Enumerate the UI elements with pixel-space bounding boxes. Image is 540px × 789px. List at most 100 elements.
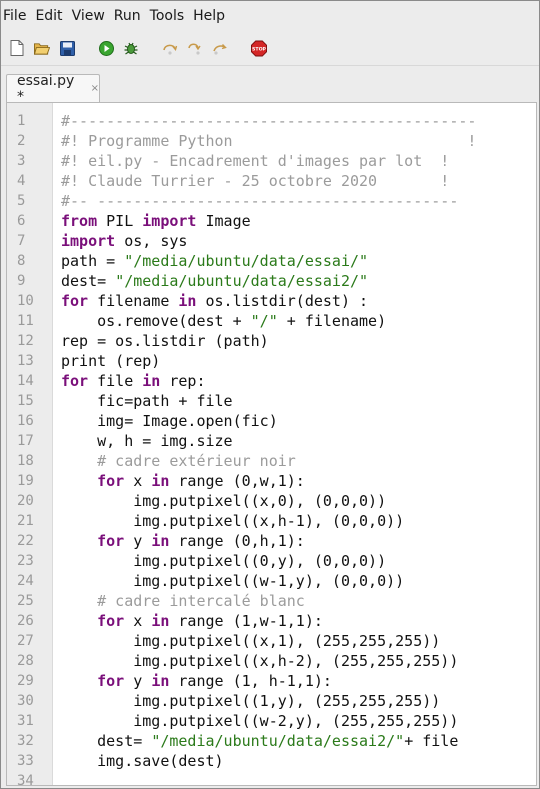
run-icon[interactable] xyxy=(98,40,114,56)
code-text: for filename in os.listdir(dest) : xyxy=(53,291,368,311)
code-line: 17 w, h = img.size xyxy=(7,431,536,451)
code-token: "/media/ubuntu/data/essai2/" xyxy=(151,732,405,750)
code-text: for y in range (1, h-1,1): xyxy=(53,671,332,691)
line-number: 7 xyxy=(17,233,26,249)
code-text: img.putpixel((x,h-1), (0,0,0)) xyxy=(53,511,404,531)
code-text: img.putpixel((1,y), (255,255,255)) xyxy=(53,691,440,711)
code-text: #! eil.py - Encadrement d'images par lot… xyxy=(53,151,449,171)
debug-icon[interactable] xyxy=(123,40,139,56)
code-token: os.remove(dest + xyxy=(61,312,251,330)
line-number: 14 xyxy=(17,373,34,389)
code-line: 20 img.putpixel((x,0), (0,0,0)) xyxy=(7,491,536,511)
code-token: #---------------------------------------… xyxy=(61,112,477,130)
tab-strip: essai.py * × xyxy=(1,66,539,105)
code-line: 28 img.putpixel((x,h-2), (255,255,255)) xyxy=(7,651,536,671)
line-number: 24 xyxy=(17,573,34,589)
stop-icon[interactable]: STOP xyxy=(251,40,267,56)
code-token: for xyxy=(97,612,125,630)
step-over-icon[interactable] xyxy=(162,40,178,56)
code-text: rep = os.listdir (path) xyxy=(53,331,269,351)
code-token: + filename) xyxy=(277,312,387,330)
line-number: 25 xyxy=(17,593,34,609)
code-line: 18 # cadre extérieur noir xyxy=(7,451,536,471)
line-number: 26 xyxy=(17,613,34,629)
line-number: 32 xyxy=(17,733,34,749)
save-icon[interactable] xyxy=(59,40,75,56)
code-token: img.putpixel((w-2,y), (255,255,255)) xyxy=(61,712,459,730)
code-text: for file in rep: xyxy=(53,371,206,391)
code-token: for xyxy=(61,292,89,310)
code-line: 32 dest= "/media/ubuntu/data/essai2/"+ f… xyxy=(7,731,536,751)
code-token: # cadre extérieur noir xyxy=(61,452,296,470)
menu-edit[interactable]: Edit xyxy=(35,8,69,24)
code-line: 16 img= Image.open(fic) xyxy=(7,411,536,431)
code-text: print (rep) xyxy=(53,351,160,371)
line-number: 34 xyxy=(17,773,34,786)
code-token: #! Claude Turrier - 25 octobre 2020 ! xyxy=(61,172,450,190)
menu-tools[interactable]: Tools xyxy=(150,8,192,24)
menu-file[interactable]: File xyxy=(3,8,33,24)
menu-run[interactable]: Run xyxy=(114,8,148,24)
code-token: "/media/ubuntu/data/essai2/" xyxy=(115,272,369,290)
code-token: rep = os.listdir (path) xyxy=(61,332,269,350)
code-text: #-- ------------------------------------… xyxy=(53,191,458,211)
code-token: img.putpixel((w-1,y), (0,0,0)) xyxy=(61,572,405,590)
step-out-icon[interactable] xyxy=(212,40,228,56)
code-line: 31 img.putpixel((w-2,y), (255,255,255)) xyxy=(7,711,536,731)
line-number: 10 xyxy=(17,293,34,309)
code-text: img.putpixel((x,1), (255,255,255)) xyxy=(53,631,440,651)
code-token: from xyxy=(61,212,98,230)
code-line: 22 for y in range (0,h,1): xyxy=(7,531,536,551)
code-text: for x in range (0,w,1): xyxy=(53,471,305,491)
code-token: dest= xyxy=(61,732,152,750)
code-lines: 1 #--------------------------------------… xyxy=(7,111,536,786)
code-text: import os, sys xyxy=(53,231,187,251)
line-number: 8 xyxy=(17,253,26,269)
code-token: x xyxy=(124,472,152,490)
code-token: file xyxy=(88,372,143,390)
code-text: img.putpixel((x,h-2), (255,255,255)) xyxy=(53,651,458,671)
code-token: in xyxy=(151,612,170,630)
line-number: 3 xyxy=(17,153,26,169)
code-line: 1 #--------------------------------------… xyxy=(7,111,536,131)
line-number: 19 xyxy=(17,473,34,489)
code-token: x xyxy=(124,612,152,630)
code-text: img.putpixel((x,0), (0,0,0)) xyxy=(53,491,386,511)
menu-help[interactable]: Help xyxy=(193,8,232,24)
line-number: 28 xyxy=(17,653,34,669)
toolbar: STOP xyxy=(1,31,539,66)
line-number: 21 xyxy=(17,513,34,529)
code-token: range (1, h-1,1): xyxy=(169,672,332,690)
line-number: 6 xyxy=(17,213,26,229)
tab-essai-py[interactable]: essai.py * × xyxy=(6,73,100,105)
code-token: img.putpixel((0,y), (0,0,0)) xyxy=(61,552,387,570)
code-token: range (0,w,1): xyxy=(169,472,305,490)
code-line: 8 path = "/media/ubuntu/data/essai/" xyxy=(7,251,536,271)
line-number: 18 xyxy=(17,453,34,469)
line-number: 30 xyxy=(17,693,34,709)
code-line: 33 img.save(dest) xyxy=(7,751,536,771)
code-token: y xyxy=(124,672,152,690)
line-number: 9 xyxy=(17,273,26,289)
line-number: 17 xyxy=(17,433,34,449)
line-number: 12 xyxy=(17,333,34,349)
code-text: # cadre extérieur noir xyxy=(53,451,296,471)
code-token: in xyxy=(178,292,197,310)
code-editor[interactable]: 1 #--------------------------------------… xyxy=(6,102,537,786)
step-into-icon[interactable] xyxy=(187,40,203,56)
close-tab-icon[interactable]: × xyxy=(91,83,99,94)
line-number: 31 xyxy=(17,713,34,729)
code-token: in xyxy=(151,672,170,690)
code-token: w, h = img.size xyxy=(61,432,233,450)
code-line: 26 for x in range (1,w-1,1): xyxy=(7,611,536,631)
open-folder-icon[interactable] xyxy=(34,40,50,56)
code-token: for xyxy=(97,532,125,550)
code-line: 34 xyxy=(7,771,536,786)
new-file-icon[interactable] xyxy=(9,40,25,56)
code-text: img= Image.open(fic) xyxy=(53,411,278,431)
menu-view[interactable]: View xyxy=(72,8,112,24)
code-line: 12 rep = os.listdir (path) xyxy=(7,331,536,351)
code-token: "/media/ubuntu/data/essai/" xyxy=(124,252,369,270)
line-number: 23 xyxy=(17,553,34,569)
